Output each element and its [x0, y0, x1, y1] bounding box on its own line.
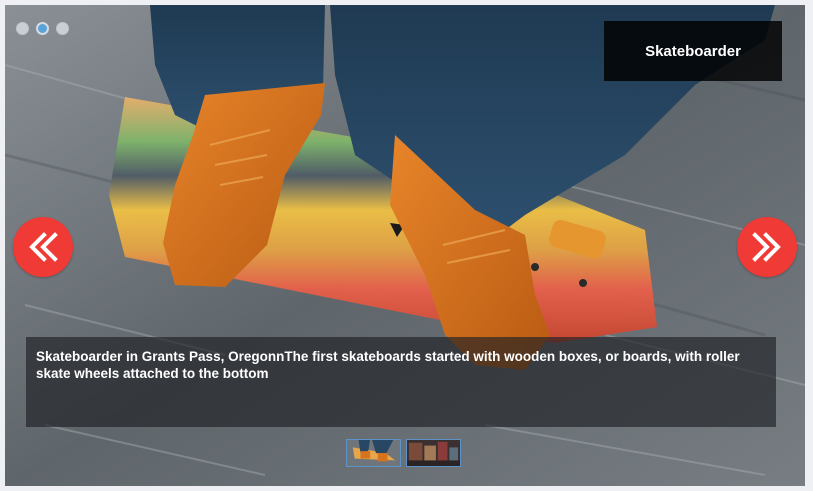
- slide-caption: Skateboarder in Grants Pass, OregonnThe …: [26, 337, 776, 427]
- slider-frame: Skateboarder Skateboarder in Grants Pass…: [0, 0, 813, 491]
- skateboard-thumbnail-image: [347, 440, 400, 466]
- previous-slide-button[interactable]: [13, 217, 73, 277]
- thumbnail-street[interactable]: [406, 439, 461, 467]
- slide-caption-text: Skateboarder in Grants Pass, OregonnThe …: [36, 349, 740, 381]
- slide-dot-2-active[interactable]: [36, 22, 49, 35]
- thumbnail-strip: [346, 439, 461, 467]
- slide-dot-1[interactable]: [16, 22, 29, 35]
- slide-indicators: [16, 22, 69, 35]
- next-slide-button[interactable]: [737, 217, 797, 277]
- street-thumbnail-image: [407, 440, 460, 466]
- slideshow[interactable]: Skateboarder Skateboarder in Grants Pass…: [5, 5, 805, 486]
- thumbnail-skateboard[interactable]: [346, 439, 401, 467]
- slide-title-box: Skateboarder: [604, 21, 782, 81]
- double-chevron-left-icon: [29, 232, 58, 262]
- double-chevron-right-icon: [752, 232, 781, 262]
- slide-dot-3[interactable]: [56, 22, 69, 35]
- slide-title: Skateboarder: [645, 42, 741, 60]
